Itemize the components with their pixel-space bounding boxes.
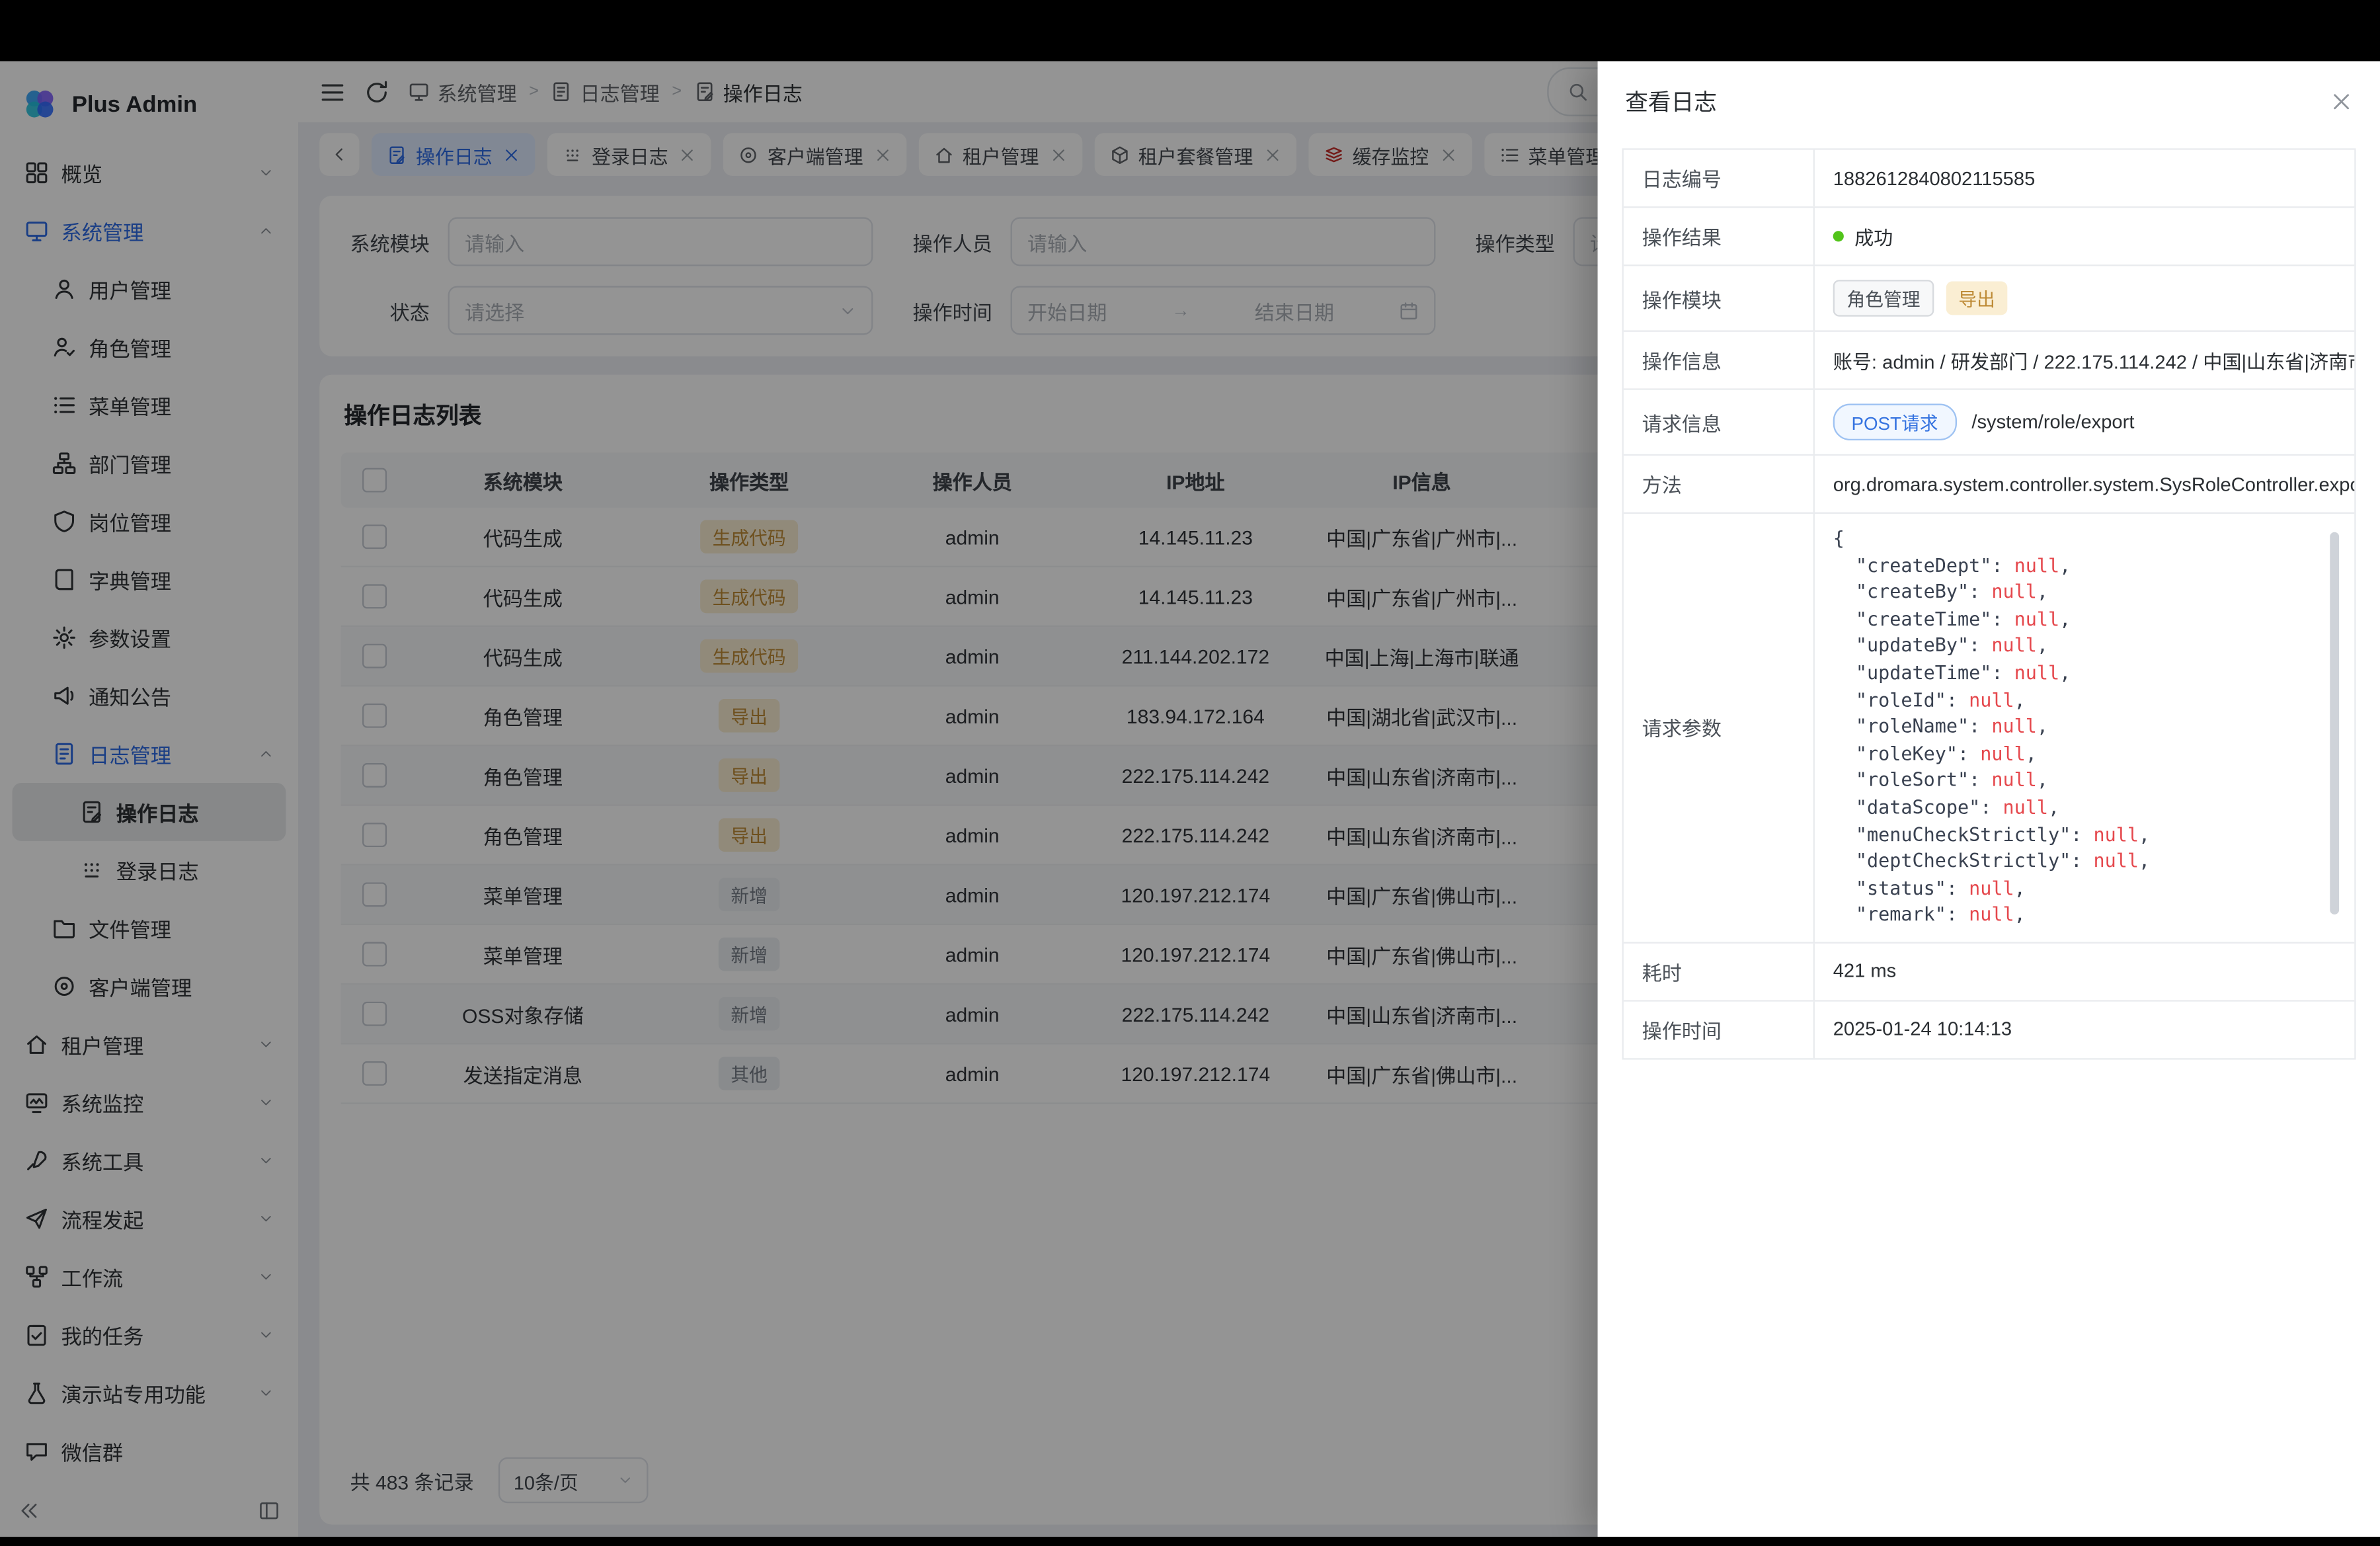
detail-value: org.dromara.system.controller.system.Sys… <box>1815 456 2354 512</box>
detail-value: 1882612840802115585 <box>1815 150 2354 207</box>
detail-value: 2025-01-24 10:14:13 <box>1815 1001 2354 1058</box>
detail-value: 角色管理导出 <box>1815 266 2354 330</box>
drawer-title: 查看日志 <box>1625 86 1717 118</box>
detail-row: 操作时间 2025-01-24 10:14:13 <box>1624 1001 2354 1058</box>
detail-text: 账号: admin / 研发部门 / 222.175.114.242 / 中国|… <box>1833 346 2355 375</box>
detail-row: 方法 org.dromara.system.controller.system.S… <box>1624 456 2354 514</box>
detail-value: { "createDept": null, "createBy": null, … <box>1815 514 2354 942</box>
scrollbar-thumb[interactable] <box>2330 532 2339 915</box>
detail-row: 请求信息POST请求/system/role/export <box>1624 390 2354 456</box>
app-window: Plus Admin 概览系统管理用户管理角色管理菜单管理部门管理岗位管理字典管… <box>0 61 2380 1537</box>
detail-label: 请求信息 <box>1624 390 1815 454</box>
log-detail-drawer: 查看日志 日志编号 1882612840802115585 操作结果 成功操作模块角色… <box>1598 61 2380 1537</box>
log-detail-table: 日志编号1882612840802115585操作结果成功操作模块角色管理导出操… <box>1622 148 2356 1059</box>
json-code: { "createDept": null, "createBy": null, … <box>1833 526 2321 930</box>
drawer-header: 查看日志 <box>1598 61 2380 136</box>
detail-label: 请求参数 <box>1624 514 1815 942</box>
http-method-badge: POST请求 <box>1833 404 1957 441</box>
detail-row: 耗时 421 ms <box>1624 944 2354 1002</box>
detail-label: 操作结果 <box>1624 208 1815 265</box>
detail-value: 成功 <box>1815 208 2354 265</box>
detail-label: 耗时 <box>1624 944 1815 1000</box>
detail-text: 421 ms <box>1833 961 1897 982</box>
detail-value: 421 ms <box>1815 944 2354 1000</box>
detail-row: 请求参数{ "createDept": null, "createBy": nu… <box>1624 514 2354 944</box>
detail-value: POST请求/system/role/export <box>1815 390 2354 454</box>
detail-label: 操作模块 <box>1624 266 1815 330</box>
detail-row: 操作信息账号: admin / 研发部门 / 222.175.114.242 /… <box>1624 332 2354 390</box>
detail-label: 操作信息 <box>1624 332 1815 389</box>
detail-row: 日志编号 1882612840802115585 <box>1624 150 2354 208</box>
detail-value: 账号: admin / 研发部门 / 222.175.114.242 / 中国|… <box>1815 332 2354 389</box>
detail-label: 方法 <box>1624 456 1815 512</box>
detail-row: 操作结果 成功 <box>1624 208 2354 266</box>
status-text: 成功 <box>1854 222 1893 251</box>
module-tag: 角色管理 <box>1833 280 1934 317</box>
close-icon[interactable] <box>2330 90 2353 113</box>
request-params-code: { "createDept": null, "createBy": null, … <box>1833 526 2339 930</box>
status-dot-icon <box>1833 231 1844 241</box>
detail-text: org.dromara.system.controller.system.Sys… <box>1833 473 2355 495</box>
request-url: /system/role/export <box>1971 411 2134 432</box>
detail-row: 操作模块角色管理导出 <box>1624 266 2354 331</box>
detail-text: 2025-01-24 10:14:13 <box>1833 1019 2012 1040</box>
module-tag: 导出 <box>1946 282 2008 315</box>
detail-label: 操作时间 <box>1624 1001 1815 1058</box>
detail-label: 日志编号 <box>1624 150 1815 207</box>
detail-text: 1882612840802115585 <box>1833 167 2036 188</box>
screen: Plus Admin 概览系统管理用户管理角色管理菜单管理部门管理岗位管理字典管… <box>0 0 2380 1546</box>
